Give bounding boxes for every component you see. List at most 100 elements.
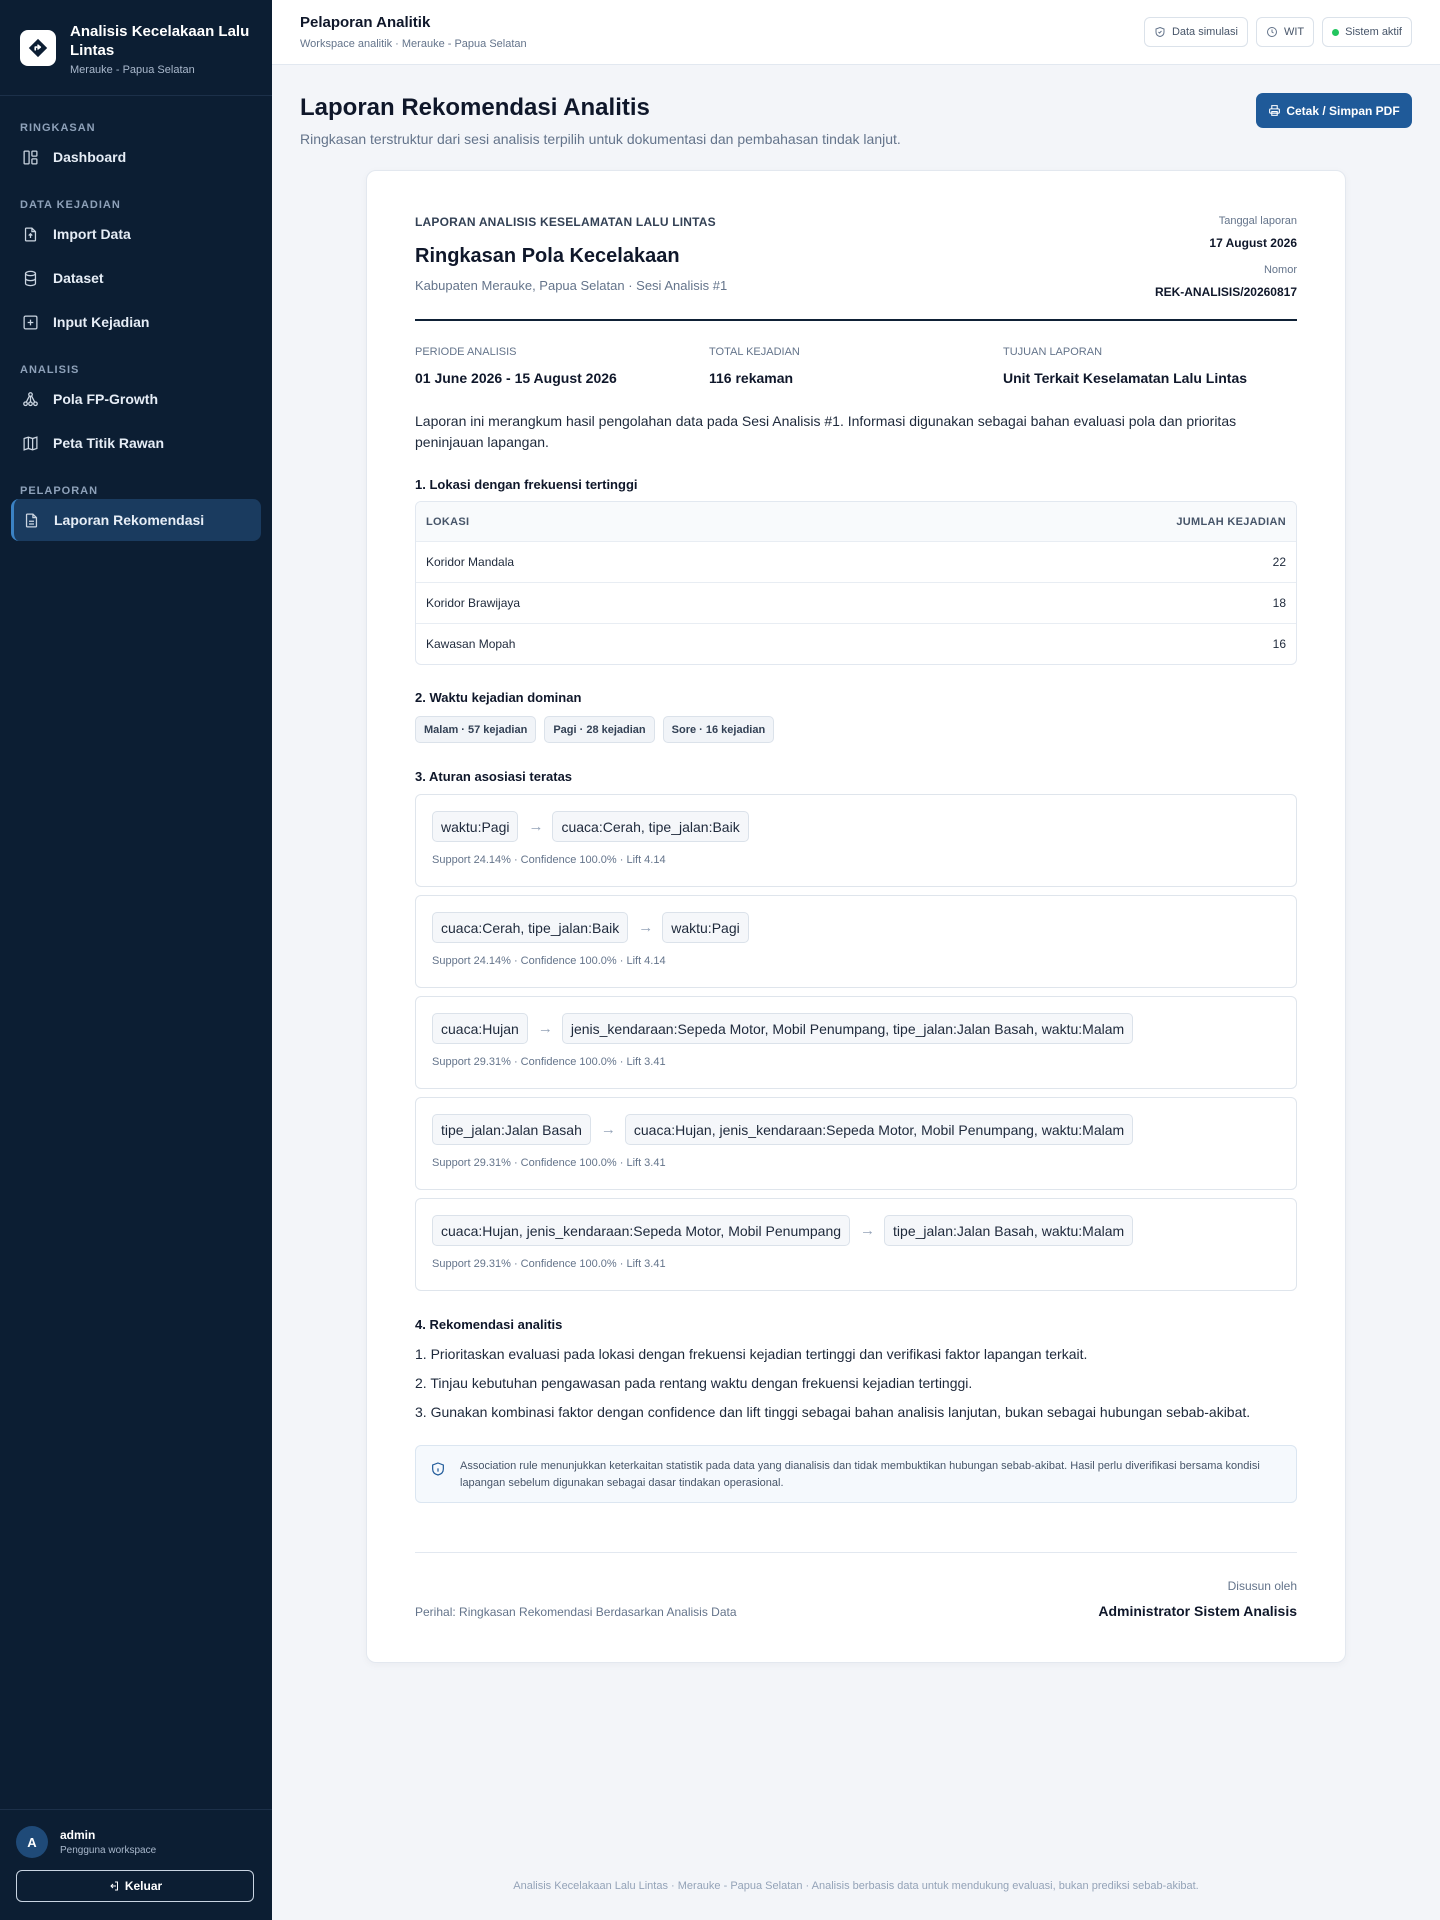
table-row: Koridor Brawijaya 18 xyxy=(416,582,1296,623)
report-date-value: 17 August 2026 xyxy=(1209,236,1297,250)
sidebar-item-label: Peta Titik Rawan xyxy=(53,435,165,451)
page-subtitle: Ringkasan terstruktur dari sesi analisis… xyxy=(300,131,901,147)
print-pdf-button[interactable]: Cetak / Simpan PDF xyxy=(1256,93,1412,128)
arrow-right-icon: → xyxy=(537,1020,553,1037)
rule-stats: Support 24.14% · Confidence 100.0% · Lif… xyxy=(432,854,666,866)
shield-icon xyxy=(1155,26,1165,38)
association-rule: waktu:Pagi → cuaca:Cerah, tipe_jalan:Bai… xyxy=(415,794,1297,887)
list-item: 2. Tinjau kebutuhan pengawasan pada rent… xyxy=(415,1375,973,1391)
fact-purpose: TUJUAN LAPORAN Unit Terkait Keselamatan … xyxy=(1003,346,1297,386)
section-heading-rules: 3. Aturan asosiasi teratas xyxy=(415,769,573,784)
system-status-badge: Sistem aktif xyxy=(1322,17,1412,47)
sidebar-item-dataset[interactable]: Dataset xyxy=(11,257,261,299)
location-name: Kawasan Mopah xyxy=(426,637,516,651)
rule-antecedent: cuaca:Cerah, tipe_jalan:Baik xyxy=(432,912,629,943)
sidebar-item-laporan-rekomendasi[interactable]: Laporan Rekomendasi xyxy=(11,499,261,541)
association-rules-list: waktu:Pagi → cuaca:Cerah, tipe_jalan:Bai… xyxy=(415,794,1297,1299)
sidebar-item-label: Pola FP-Growth xyxy=(53,391,158,407)
rule-stats: Support 29.31% · Confidence 100.0% · Lif… xyxy=(432,1056,666,1068)
list-item: 3. Gunakan kombinasi faktor dengan confi… xyxy=(415,1404,1251,1420)
report-meta: Tanggal laporan 17 August 2026 Nomor REK… xyxy=(1155,215,1297,299)
nav-section-ringkasan: RINGKASAN xyxy=(20,122,96,134)
dashboard-icon xyxy=(23,149,38,165)
brand-subtitle: Merauke - Papua Selatan xyxy=(70,64,195,76)
report-title: Ringkasan Pola Kecelakaan xyxy=(415,245,680,267)
location-count: 16 xyxy=(1272,637,1286,651)
nav-section-data-kejadian: DATA KEJADIAN xyxy=(20,199,121,211)
footer-divider xyxy=(415,1552,1297,1553)
disclaimer-text: Association rule menunjukkan keterkaitan… xyxy=(460,1460,1260,1489)
map-icon xyxy=(23,435,38,451)
time-chip: Pagi · 28 kejadian xyxy=(544,716,655,743)
sidebar-item-peta-titik-rawan[interactable]: Peta Titik Rawan xyxy=(11,422,261,464)
avatar: A xyxy=(16,1826,48,1858)
status-dot-icon xyxy=(1332,28,1340,36)
disclaimer-notice: Association rule menunjukkan keterkaitan… xyxy=(415,1445,1297,1503)
rule-consequent: cuaca:Hujan, jenis_kendaraan:Sepeda Moto… xyxy=(624,1114,1134,1145)
sidebar-item-label: Import Data xyxy=(53,226,131,242)
nav-section-analisis: ANALISIS xyxy=(20,364,80,376)
locations-table: LOKASI JUMLAH KEJADIAN Koridor Mandala 2… xyxy=(415,501,1297,665)
fact-value: 116 rekaman xyxy=(709,370,794,386)
printer-icon xyxy=(1269,105,1281,116)
report-date-label: Tanggal laporan xyxy=(1218,215,1297,227)
sidebar: Analisis Kecelakaan Lalu Lintas Merauke … xyxy=(0,0,272,1920)
rule-antecedent: tipe_jalan:Jalan Basah xyxy=(432,1114,591,1145)
clock-icon xyxy=(1266,27,1277,37)
location-name: Koridor Brawijaya xyxy=(426,596,521,610)
sidebar-footer: A admin Pengguna workspace Keluar xyxy=(0,1809,272,1920)
topbar: Pelaporan Analitik Workspace analitik · … xyxy=(272,0,1440,65)
table-row: Koridor Mandala 22 xyxy=(416,541,1296,582)
topbar-title: Pelaporan Analitik xyxy=(300,14,431,31)
header-divider xyxy=(415,319,1297,321)
table-row: Kawasan Mopah 16 xyxy=(416,623,1296,664)
rule-consequent: jenis_kendaraan:Sepeda Motor, Mobil Penu… xyxy=(561,1013,1134,1044)
time-chips: Malam · 57 kejadian Pagi · 28 kejadian S… xyxy=(415,716,775,743)
rule-stats: Support 29.31% · Confidence 100.0% · Lif… xyxy=(432,1258,666,1270)
sidebar-item-input-kejadian[interactable]: Input Kejadian xyxy=(11,301,261,343)
sidebar-item-label: Laporan Rekomendasi xyxy=(54,512,205,528)
association-rule: tipe_jalan:Jalan Basah → cuaca:Hujan, je… xyxy=(415,1097,1297,1190)
rule-antecedent: cuaca:Hujan, jenis_kendaraan:Sepeda Moto… xyxy=(432,1215,851,1246)
shield-info-icon xyxy=(432,1462,444,1476)
signer-label: Disusun oleh xyxy=(1227,1579,1297,1593)
report-signer: Disusun oleh Administrator Sistem Analis… xyxy=(1098,1579,1297,1619)
logout-button[interactable]: Keluar xyxy=(16,1870,254,1902)
brand-title: Analisis Kecelakaan Lalu Lintas xyxy=(70,23,250,59)
recommendation-list: 1. Prioritaskan evaluasi pada lokasi den… xyxy=(415,1344,1297,1431)
sidebar-item-pola-fp-growth[interactable]: Pola FP-Growth xyxy=(11,378,261,420)
page-title: Laporan Rekomendasi Analitis xyxy=(300,94,650,121)
fact-label: TOTAL KEJADIAN xyxy=(709,346,800,358)
nav-section-pelaporan: PELAPORAN xyxy=(20,485,99,497)
plus-square-icon xyxy=(23,314,38,330)
section-heading-recommendations: 4. Rekomendasi analitis xyxy=(415,1317,563,1332)
section-heading-locations: 1. Lokasi dengan frekuensi tertinggi xyxy=(415,477,638,492)
fact-label: PERIODE ANALISIS xyxy=(415,346,517,358)
sidebar-item-dashboard[interactable]: Dashboard xyxy=(11,136,261,178)
location-count: 18 xyxy=(1272,596,1286,610)
logout-icon xyxy=(110,1881,118,1891)
association-rule: cuaca:Hujan → jenis_kendaraan:Sepeda Mot… xyxy=(415,996,1297,1089)
report-perihal: Perihal: Ringkasan Rekomendasi Berdasark… xyxy=(415,1605,737,1619)
arrow-right-icon: → xyxy=(638,919,654,936)
user-name: admin xyxy=(60,1828,96,1842)
arrow-right-icon: → xyxy=(860,1222,876,1239)
document-icon xyxy=(25,512,38,528)
sidebar-item-label: Dashboard xyxy=(53,149,127,165)
fact-value: 01 June 2026 - 15 August 2026 xyxy=(415,370,617,386)
sidebar-item-import-data[interactable]: Import Data xyxy=(11,213,261,255)
simulation-badge-label: Data simulasi xyxy=(1171,26,1238,38)
column-header-count: JUMLAH KEJADIAN xyxy=(1176,515,1286,528)
report-facts: PERIODE ANALISIS 01 June 2026 - 15 Augus… xyxy=(415,346,1297,386)
association-rule: cuaca:Hujan, jenis_kendaraan:Sepeda Moto… xyxy=(415,1198,1297,1291)
fact-value: Unit Terkait Keselamatan Lalu Lintas xyxy=(1003,370,1248,386)
topbar-badges: Data simulasi WIT Sistem aktif xyxy=(1143,17,1412,47)
arrow-right-icon: → xyxy=(528,818,544,835)
rule-stats: Support 24.14% · Confidence 100.0% · Lif… xyxy=(432,955,666,967)
report-subtitle: Kabupaten Merauke, Papua Selatan · Sesi … xyxy=(415,278,728,293)
sidebar-nav: RINGKASAN Dashboard DATA KEJADIAN Import… xyxy=(0,96,272,541)
rule-antecedent: cuaca:Hujan xyxy=(432,1013,528,1044)
report-number-label: Nomor xyxy=(1263,264,1297,276)
association-rule: cuaca:Cerah, tipe_jalan:Baik → waktu:Pag… xyxy=(415,895,1297,988)
arrow-right-icon: → xyxy=(600,1121,616,1138)
